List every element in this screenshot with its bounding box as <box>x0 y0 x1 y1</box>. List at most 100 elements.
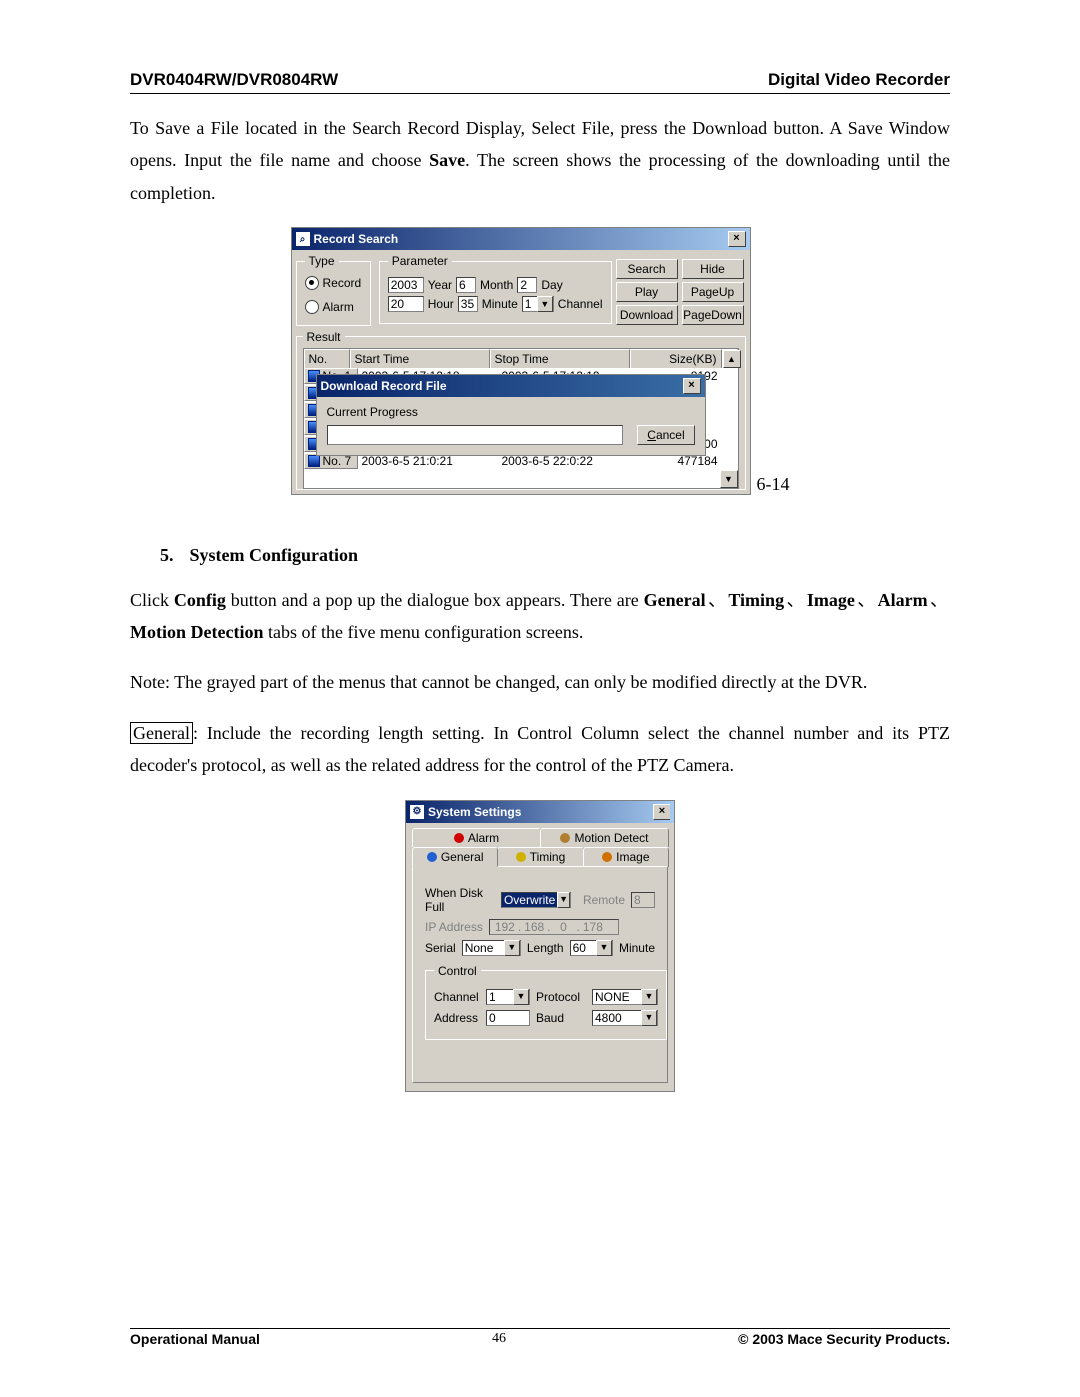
minute-input[interactable] <box>458 296 478 312</box>
intro-save-word: Save <box>429 150 465 170</box>
day-input[interactable] <box>517 277 537 293</box>
tab-general[interactable]: General <box>412 847 498 867</box>
settings-tabs: Alarm Motion Detect General Timing Image <box>406 823 674 866</box>
chevron-down-icon: ▼ <box>513 989 529 1005</box>
baud-select[interactable]: 4800 ▼ <box>592 1010 658 1026</box>
hour-label: Hour <box>428 297 454 311</box>
col-size: Size(KB) <box>630 349 722 368</box>
chevron-down-icon: ▼ <box>641 989 657 1005</box>
protocol-value: NONE <box>593 990 641 1004</box>
col-stop: Stop Time <box>490 349 630 368</box>
section5-line1: Click Config button and a pop up the dia… <box>130 584 950 649</box>
control-fieldset: Control Channel 1 ▼ Protocol NONE ▼ <box>425 964 667 1040</box>
download-dialog-titlebar: Download Record File × <box>317 375 705 397</box>
alarm-word: Alarm <box>878 590 928 610</box>
section-title: System Configuration <box>190 545 359 565</box>
close-icon[interactable]: × <box>728 231 746 247</box>
header-right: Digital Video Recorder <box>768 70 950 90</box>
pageup-button[interactable]: PageUp <box>682 282 744 302</box>
tab-label: Image <box>616 850 649 864</box>
chevron-down-icon: ▼ <box>557 892 570 908</box>
footer-left: Operational Manual <box>130 1331 260 1347</box>
cancel-button[interactable]: CCancelancel <box>637 425 694 445</box>
record-icon <box>308 455 320 467</box>
type-legend: Type <box>305 254 339 268</box>
progress-bar <box>327 425 624 445</box>
tab-label: Timing <box>530 850 566 864</box>
address-input[interactable] <box>486 1010 530 1026</box>
general-panel: When Disk Full Overwrite ▼ Remote IP Add… <box>412 866 668 1083</box>
result-header: No. Start Time Stop Time Size(KB) ▲ <box>303 348 739 368</box>
length-label: Length <box>527 941 564 955</box>
day-label: Day <box>541 278 562 292</box>
pagedown-button[interactable]: PageDown <box>682 305 744 325</box>
hour-input[interactable] <box>388 296 424 312</box>
year-input[interactable] <box>388 277 424 293</box>
channel-select[interactable]: 1 ▼ <box>486 989 530 1005</box>
ip-label: IP Address <box>425 920 483 934</box>
serial-select[interactable]: None ▼ <box>462 940 521 956</box>
year-label: Year <box>428 278 452 292</box>
figure-caption: 6-14 <box>757 474 790 495</box>
channel-label: Channel <box>558 297 603 311</box>
scroll-down-icon[interactable]: ▼ <box>720 470 738 488</box>
motion-icon <box>560 833 570 843</box>
hide-button[interactable]: Hide <box>682 259 744 279</box>
ip-input: 192. 168. 0. 178 <box>489 919 619 935</box>
radio-alarm[interactable]: Alarm <box>305 300 354 314</box>
col-start: Start Time <box>350 349 490 368</box>
diskfull-select[interactable]: Overwrite ▼ <box>501 892 571 908</box>
tab-label: Alarm <box>468 831 499 845</box>
system-settings-titlebar: ⚙ System Settings × <box>406 801 674 823</box>
tab-image[interactable]: Image <box>583 847 669 867</box>
parameter-fieldset: Parameter Year Month Day Hour Minute <box>379 254 612 324</box>
month-label: Month <box>480 278 513 292</box>
parameter-legend: Parameter <box>388 254 452 268</box>
tab-motion[interactable]: Motion Detect <box>540 828 669 847</box>
text: button and a pop up the dialogue box app… <box>226 590 644 610</box>
tab-alarm[interactable]: Alarm <box>412 828 541 847</box>
timing-word: Timing <box>728 590 784 610</box>
channel-value: 1 <box>523 297 537 311</box>
header-left: DVR0404RW/DVR0804RW <box>130 70 338 90</box>
radio-record[interactable]: Record <box>305 276 362 290</box>
image-word: Image <box>807 590 855 610</box>
tab-label: General <box>441 850 484 864</box>
record-search-window: ⌕ Record Search × Type Record Alarm <box>291 227 751 495</box>
chevron-down-icon: ▼ <box>596 940 612 956</box>
section5-line2: Note: The grayed part of the menus that … <box>130 666 950 698</box>
length-select[interactable]: 60 ▼ <box>570 940 613 956</box>
close-icon[interactable]: × <box>683 378 701 394</box>
image-icon <box>602 852 612 862</box>
channel-value: 1 <box>487 990 513 1004</box>
config-word: Config <box>174 590 226 610</box>
tab-timing[interactable]: Timing <box>497 847 583 867</box>
text: tabs of the five menu configuration scre… <box>263 622 583 642</box>
section-number: 5. <box>160 545 185 566</box>
address-label: Address <box>434 1011 480 1025</box>
channel-select[interactable]: 1 ▼ <box>522 296 554 312</box>
type-fieldset: Type Record Alarm <box>296 254 371 326</box>
play-button[interactable]: Play <box>616 282 678 302</box>
protocol-select[interactable]: NONE ▼ <box>592 989 658 1005</box>
tab-label: Motion Detect <box>574 831 648 845</box>
download-record-dialog: Download Record File × Current Progress … <box>316 374 706 456</box>
channel-label: Channel <box>434 990 480 1004</box>
minute-label: Minute <box>482 297 518 311</box>
chevron-down-icon: ▼ <box>504 940 520 956</box>
month-input[interactable] <box>456 277 476 293</box>
control-legend: Control <box>434 964 481 978</box>
row-start: 2003-6-5 21:0:21 <box>358 454 502 468</box>
result-legend: Result <box>303 330 345 344</box>
app-icon: ⌕ <box>296 232 310 246</box>
motion-word: Motion Detection <box>130 622 263 642</box>
section-5-heading: 5. System Configuration <box>130 545 950 566</box>
search-button[interactable]: Search <box>616 259 678 279</box>
scroll-up-icon[interactable]: ▲ <box>723 350 741 368</box>
download-button[interactable]: Download <box>616 305 678 325</box>
alarm-icon <box>454 833 464 843</box>
search-buttons: Search Hide Play PageUp Download PageDow… <box>616 250 750 328</box>
general-boxed: General <box>130 722 193 744</box>
ip-seg: 168 <box>521 920 547 934</box>
close-icon[interactable]: × <box>653 804 670 820</box>
